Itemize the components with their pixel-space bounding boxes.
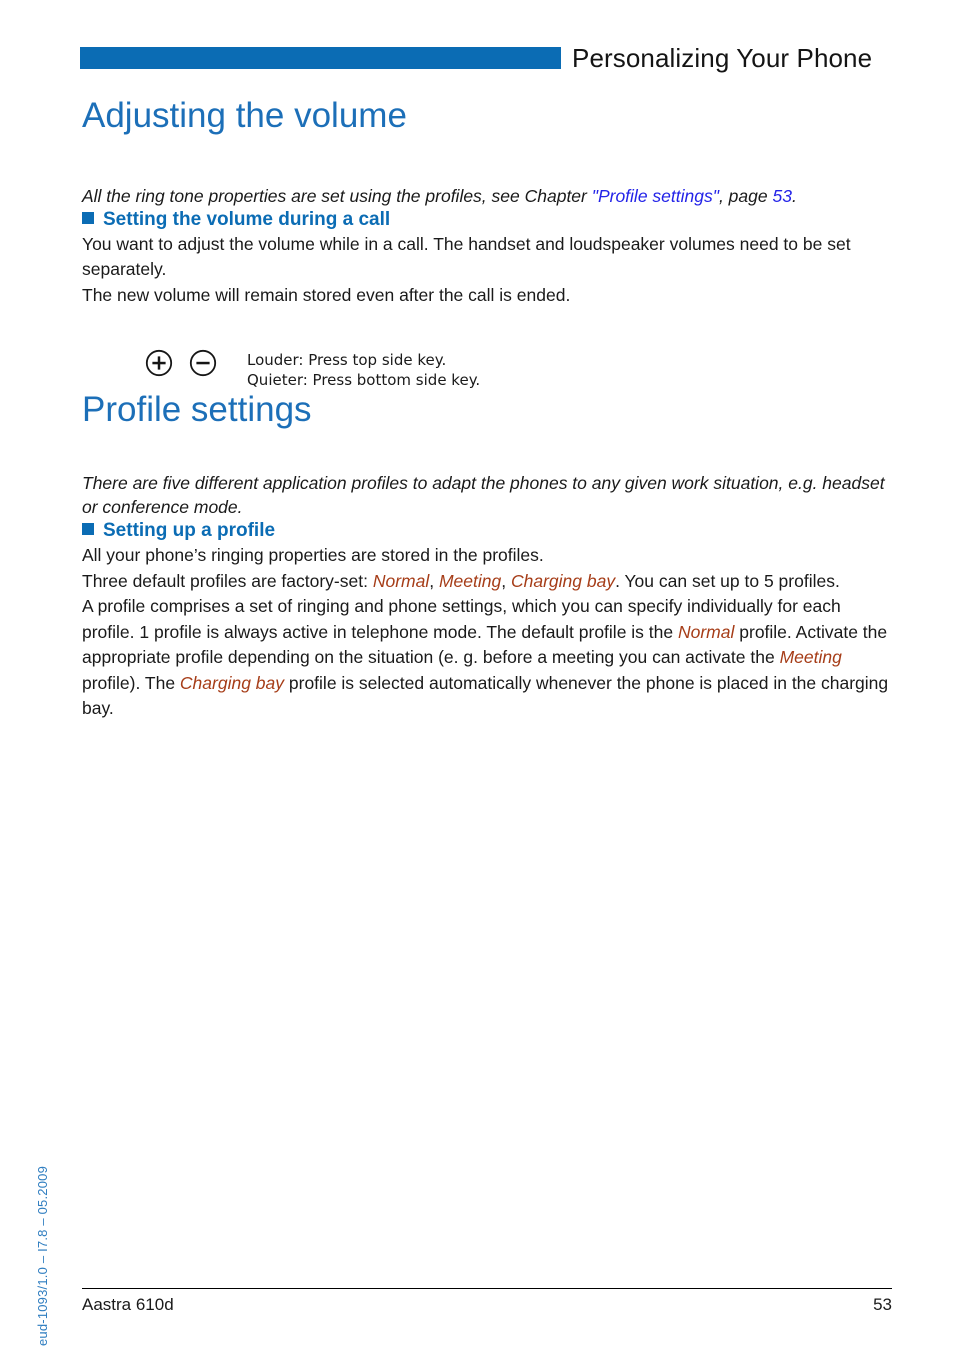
paragraph-volume-2: The new volume will remain stored even a… — [82, 284, 571, 305]
paragraph-profile-2: Three default profiles are factory-set: … — [82, 569, 894, 595]
paragraph-profile-3: A profile comprises a set of ringing and… — [82, 594, 894, 722]
document-page: Personalizing Your Phone Adjusting the v… — [0, 0, 954, 1352]
side-key-legend: Louder: Press top side key. Quieter: Pre… — [82, 346, 894, 391]
paragraph-volume-1: You want to adjust the volume while in a… — [82, 233, 851, 280]
p2-text-b: , — [429, 570, 439, 591]
header-title: Personalizing Your Phone — [572, 43, 873, 73]
link-profile-settings[interactable]: "Profile settings" — [592, 186, 719, 206]
page-content: Adjusting the volume All the ring tone p… — [82, 96, 894, 722]
footer-row: Aastra 610d 53 — [82, 1295, 892, 1315]
document-id-text: eud-1093/1.0 – I7.8 – 05.2009 — [35, 1165, 50, 1346]
p3-text-c: profile). The — [82, 672, 180, 693]
p2-text-c: , — [501, 570, 511, 591]
paragraph-profile-1: All your phone’s ringing properties are … — [82, 545, 544, 566]
chapter-profiles-intro: There are five different application pro… — [82, 472, 885, 518]
section-heading-setting-the-volume-during-a-call: Setting the volume during a call — [82, 209, 894, 232]
chapter-title-adjusting-the-volume: Adjusting the volume — [82, 96, 407, 135]
profile-name-charging-bay: Charging bay — [510, 570, 616, 591]
footer-page-number: 53 — [873, 1295, 892, 1314]
intro-text-before: All the ring tone properties are set usi… — [82, 186, 592, 207]
profile-name-charging-bay: Charging bay — [179, 672, 285, 693]
section-heading-label: Setting up a profile — [103, 520, 276, 542]
intro-text-middle: , page — [718, 186, 773, 207]
square-bullet-icon — [82, 212, 94, 225]
p2-text-d: . You can set up to 5 profiles. — [615, 570, 840, 591]
section-heading-label: Setting the volume during a call — [103, 209, 391, 231]
profile-name-normal: Normal — [677, 621, 735, 642]
footer-divider — [82, 1288, 892, 1289]
header-rule-bar — [80, 47, 561, 69]
profile-name-normal: Normal — [372, 570, 430, 591]
side-key-description: Louder: Press top side key. Quieter: Pre… — [247, 346, 480, 391]
p2-text-a: Three default profiles are factory-set: — [82, 570, 373, 591]
chapter-title-profile-settings: Profile settings — [82, 390, 312, 430]
footer-product-name: Aastra 610d — [82, 1295, 174, 1314]
profile-name-meeting: Meeting — [779, 647, 842, 668]
side-key-quieter-text: Quieter: Press bottom side key. — [247, 370, 481, 389]
intro-text-after: . — [791, 186, 797, 207]
link-page-53[interactable]: 53 — [772, 186, 791, 206]
profile-name-meeting: Meeting — [438, 570, 502, 591]
running-header: Personalizing Your Phone — [80, 40, 892, 76]
minus-in-circle-icon — [188, 348, 218, 378]
plus-in-circle-icon — [144, 348, 174, 378]
side-key-louder-text: Louder: Press top side key. — [247, 350, 447, 369]
side-key-icons — [82, 346, 247, 378]
chapter-intro-paragraph: All the ring tone properties are set usi… — [82, 184, 894, 209]
section-heading-setting-up-a-profile: Setting up a profile — [82, 520, 894, 543]
page-footer: Aastra 610d 53 — [82, 1288, 892, 1315]
square-bullet-icon — [82, 523, 94, 536]
